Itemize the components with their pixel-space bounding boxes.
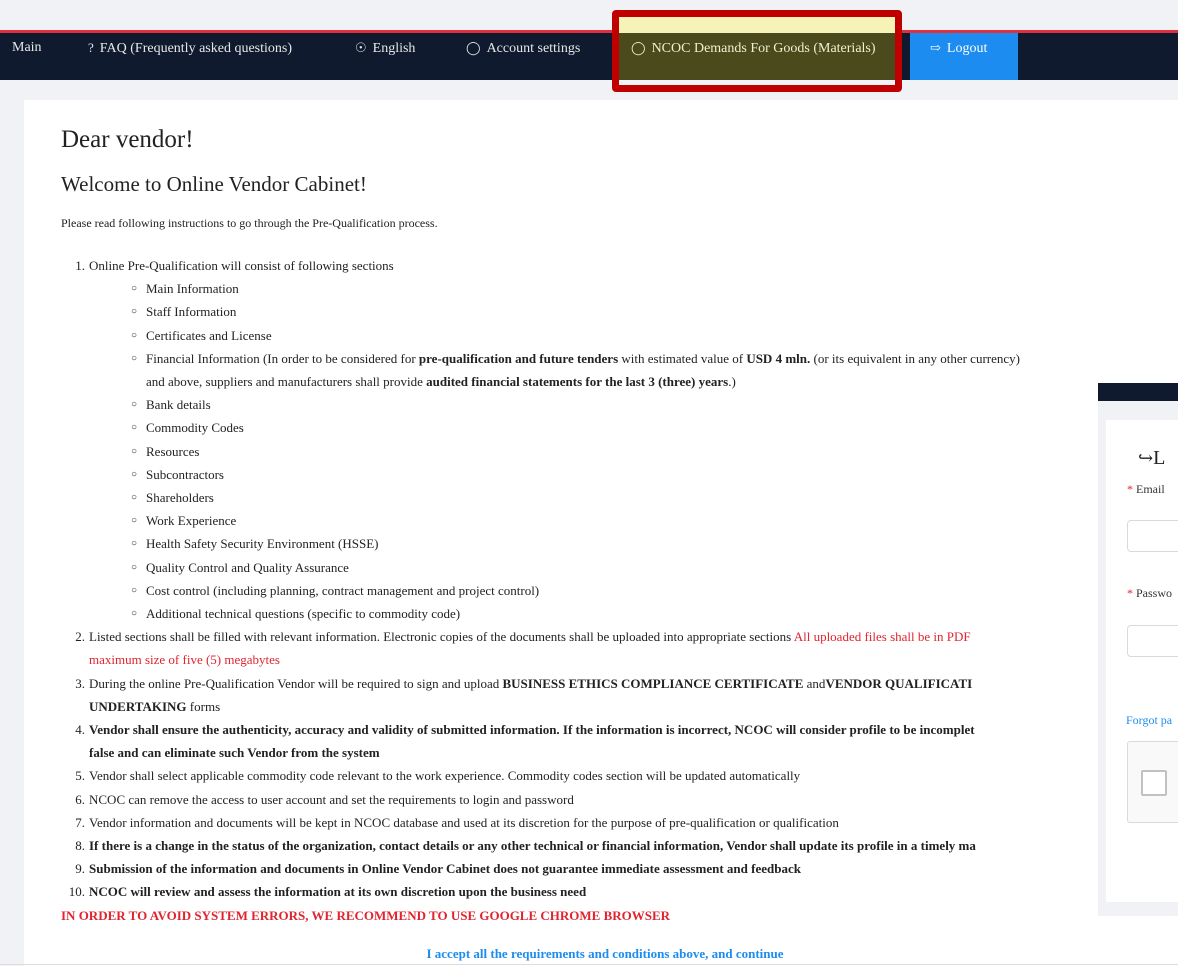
accept-continue-link[interactable]: I accept all the requirements and condit… (0, 946, 1178, 962)
item-2-red-cont: maximum size of five (5) megabytes (89, 652, 280, 668)
item-3-bold-c: UNDERTAKING (89, 698, 187, 714)
item-1-text: Online Pre-Qualification will consist of… (89, 258, 394, 273)
nav-faq[interactable]: ? FAQ (Frequently asked questions) (88, 33, 292, 80)
nav-account-settings[interactable]: ◯ Account settings (466, 33, 580, 80)
logout-icon: ⇨ (930, 40, 941, 55)
list-item: 10. NCOC will review and assess the info… (68, 884, 587, 900)
section-item: Subcontractors (117, 463, 1098, 486)
item-3-bold-a: BUSINESS ETHICS COMPLIANCE CERTIFICATE (502, 675, 804, 691)
forgot-password-link[interactable]: Forgot pa (1126, 713, 1172, 728)
list-item: 3. During the online Pre-Qualification V… (75, 675, 973, 714)
item-5-text: Vendor shall select applicable commodity… (89, 768, 801, 784)
list-item: 6. NCOC can remove the access to user ac… (75, 791, 574, 807)
fin-text-a: Financial Information (In order to be co… (146, 350, 419, 366)
item-7-text: Vendor information and documents will be… (89, 814, 839, 830)
captcha-checkbox[interactable] (1141, 770, 1167, 796)
divider (0, 964, 1178, 965)
section-item: Certificates and License (117, 324, 1098, 347)
section-item: Main Information (117, 277, 1098, 300)
fin-text-d: USD 4 mln. (746, 350, 811, 366)
list-item: 1. Online Pre-Qualification will consist… (61, 254, 1098, 625)
list-item: 9. Submission of the information and doc… (75, 861, 801, 877)
nav-faq-label: FAQ (Frequently asked questions) (99, 41, 292, 56)
globe-icon: ☉ (355, 40, 367, 55)
nav-main[interactable]: Main (12, 33, 42, 80)
list-item: 4. Vendor shall ensure the authenticity,… (75, 722, 975, 761)
section-item: Staff Information (117, 300, 1098, 323)
intro-text: Please read following instructions to go… (61, 216, 438, 230)
sections-sublist: Main Information Staff Information Certi… (89, 277, 1098, 625)
section-item: Health Safety Security Environment (HSSE… (117, 532, 1098, 555)
login-icon: ↪ (1138, 448, 1154, 468)
fin-text-f: and above, suppliers and manufacturers s… (146, 374, 427, 390)
list-item: 7. Vendor information and documents will… (75, 814, 839, 830)
section-item: Work Experience (117, 509, 1098, 532)
item-6-text: NCOC can remove the access to user accou… (89, 791, 574, 807)
item-4-text-cont: false and can eliminate such Vendor from… (89, 745, 380, 761)
list-item: 5. Vendor shall select applicable commod… (75, 768, 801, 784)
fin-text-c: with estimated value of (618, 350, 747, 366)
user-icon: ◯ (466, 40, 481, 55)
instructions-list: 1. Online Pre-Qualification will consist… (61, 254, 1098, 904)
list-item: 2. Listed sections shall be filled with … (75, 629, 971, 668)
nav-language-label: English (372, 41, 416, 56)
page-title: Dear vendor! (61, 126, 194, 153)
password-label: * Passwo (1127, 586, 1173, 600)
section-item: Bank details (117, 393, 1098, 416)
nav-language[interactable]: ☉ English (355, 33, 415, 80)
item-8-text: If there is a change in the status of th… (89, 838, 976, 854)
list-item: 8. If there is a change in the status of… (75, 838, 976, 854)
section-item: Quality Control and Quality Assurance (117, 556, 1098, 579)
section-item: Shareholders (117, 486, 1098, 509)
nav-main-label: Main (12, 40, 42, 55)
section-item: Cost control (including planning, contra… (117, 579, 1098, 602)
login-panel-header (1098, 383, 1178, 401)
item-3-forms: forms (186, 698, 221, 714)
section-item: Additional technical questions (specific… (117, 602, 1098, 625)
section-item: Resources (117, 440, 1098, 463)
logout-label: Logout (946, 41, 988, 56)
password-label-text: Passwo (1136, 586, 1173, 600)
browser-warning: IN ORDER TO AVOID SYSTEM ERRORS, WE RECO… (61, 908, 671, 923)
nav-account-label: Account settings (486, 41, 581, 56)
section-item: Commodity Codes (117, 416, 1098, 439)
item-10-text: NCOC will review and assess the informat… (89, 884, 587, 900)
item-3-and: and (803, 675, 826, 691)
email-field[interactable] (1127, 520, 1178, 552)
item-9-text: Submission of the information and docume… (89, 861, 801, 877)
item-2-red: All uploaded files shall be in PDF (793, 629, 971, 645)
item-2-text: Listed sections shall be filled with rel… (89, 629, 794, 645)
login-title-text: L (1153, 447, 1166, 469)
password-field[interactable] (1127, 625, 1178, 657)
email-label: * Email (1127, 482, 1165, 496)
login-title: ↪L (1138, 447, 1178, 470)
item-3-bold-b: VENDOR QUALIFICATI (825, 675, 973, 691)
item-3-text: During the online Pre-Qualification Vend… (89, 675, 503, 691)
fin-text-b: pre-qualification and future tenders (418, 350, 619, 366)
section-item-financial: Financial Information (In order to be co… (117, 347, 1098, 393)
logout-button[interactable]: ⇨ Logout (910, 33, 1018, 80)
page-subtitle: Welcome to Online Vendor Cabinet! (61, 172, 367, 196)
item-4-text: Vendor shall ensure the authenticity, ac… (89, 722, 975, 738)
fin-text-h: .) (728, 374, 736, 390)
fin-text-e: (or its equivalent in any other currency… (810, 350, 1020, 366)
highlight-box (612, 10, 902, 92)
fin-text-g: audited financial statements for the las… (426, 374, 729, 390)
email-label-text: Email (1136, 482, 1165, 496)
question-circle-icon: ? (88, 40, 94, 55)
